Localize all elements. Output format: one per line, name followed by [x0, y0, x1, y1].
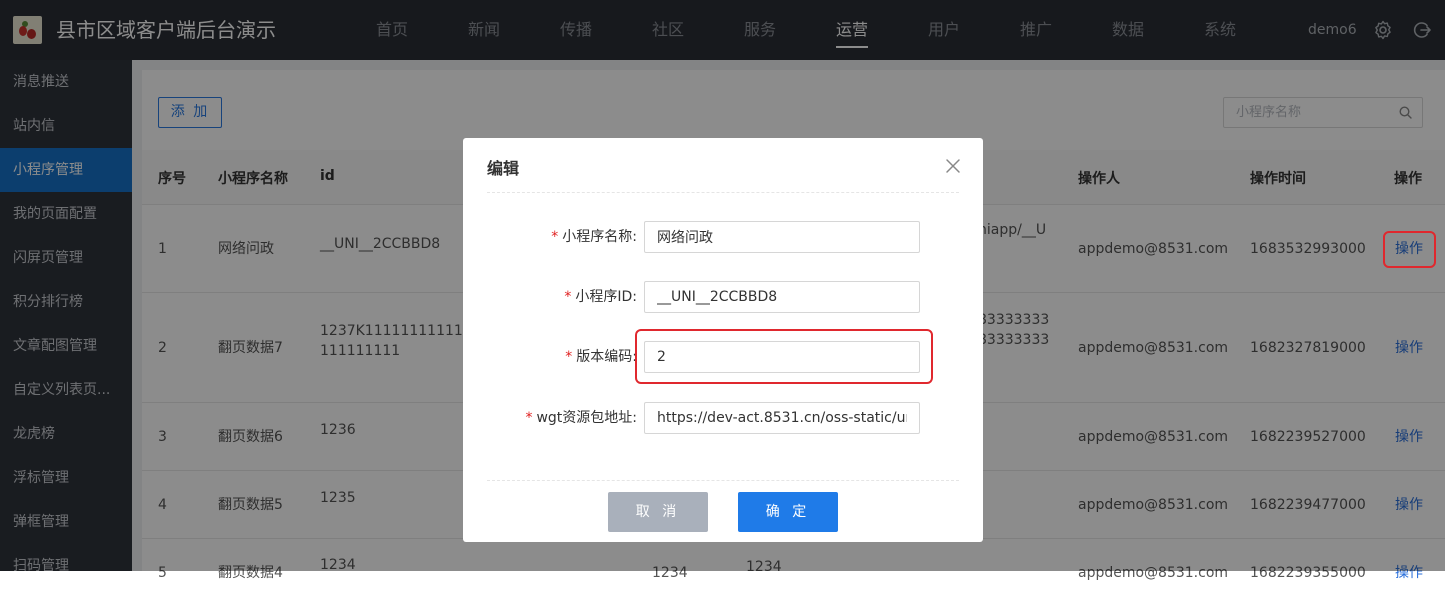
annotation-highlight-version	[635, 329, 933, 384]
field-label-version: * 版本编码:	[565, 349, 637, 365]
wgt-url-field[interactable]	[644, 402, 920, 434]
confirm-button[interactable]: 确 定	[738, 492, 838, 532]
field-label-wgt: * wgt资源包地址:	[525, 410, 637, 426]
name-field[interactable]	[644, 221, 920, 253]
cancel-button[interactable]: 取 消	[608, 492, 708, 532]
dialog-footer-divider	[487, 480, 959, 481]
edit-dialog: 编辑 *小程序名称: *小程序ID: *版本编码: *wgt资源包地址: 取 消…	[463, 138, 983, 542]
close-icon[interactable]	[943, 156, 963, 176]
dialog-title: 编辑	[487, 159, 520, 178]
field-label-id: * 小程序ID:	[564, 289, 637, 305]
annotation-highlight-action	[1383, 231, 1436, 268]
id-field[interactable]	[644, 281, 920, 313]
dialog-header-divider	[487, 192, 959, 193]
field-label-name: * 小程序名称:	[551, 229, 637, 245]
